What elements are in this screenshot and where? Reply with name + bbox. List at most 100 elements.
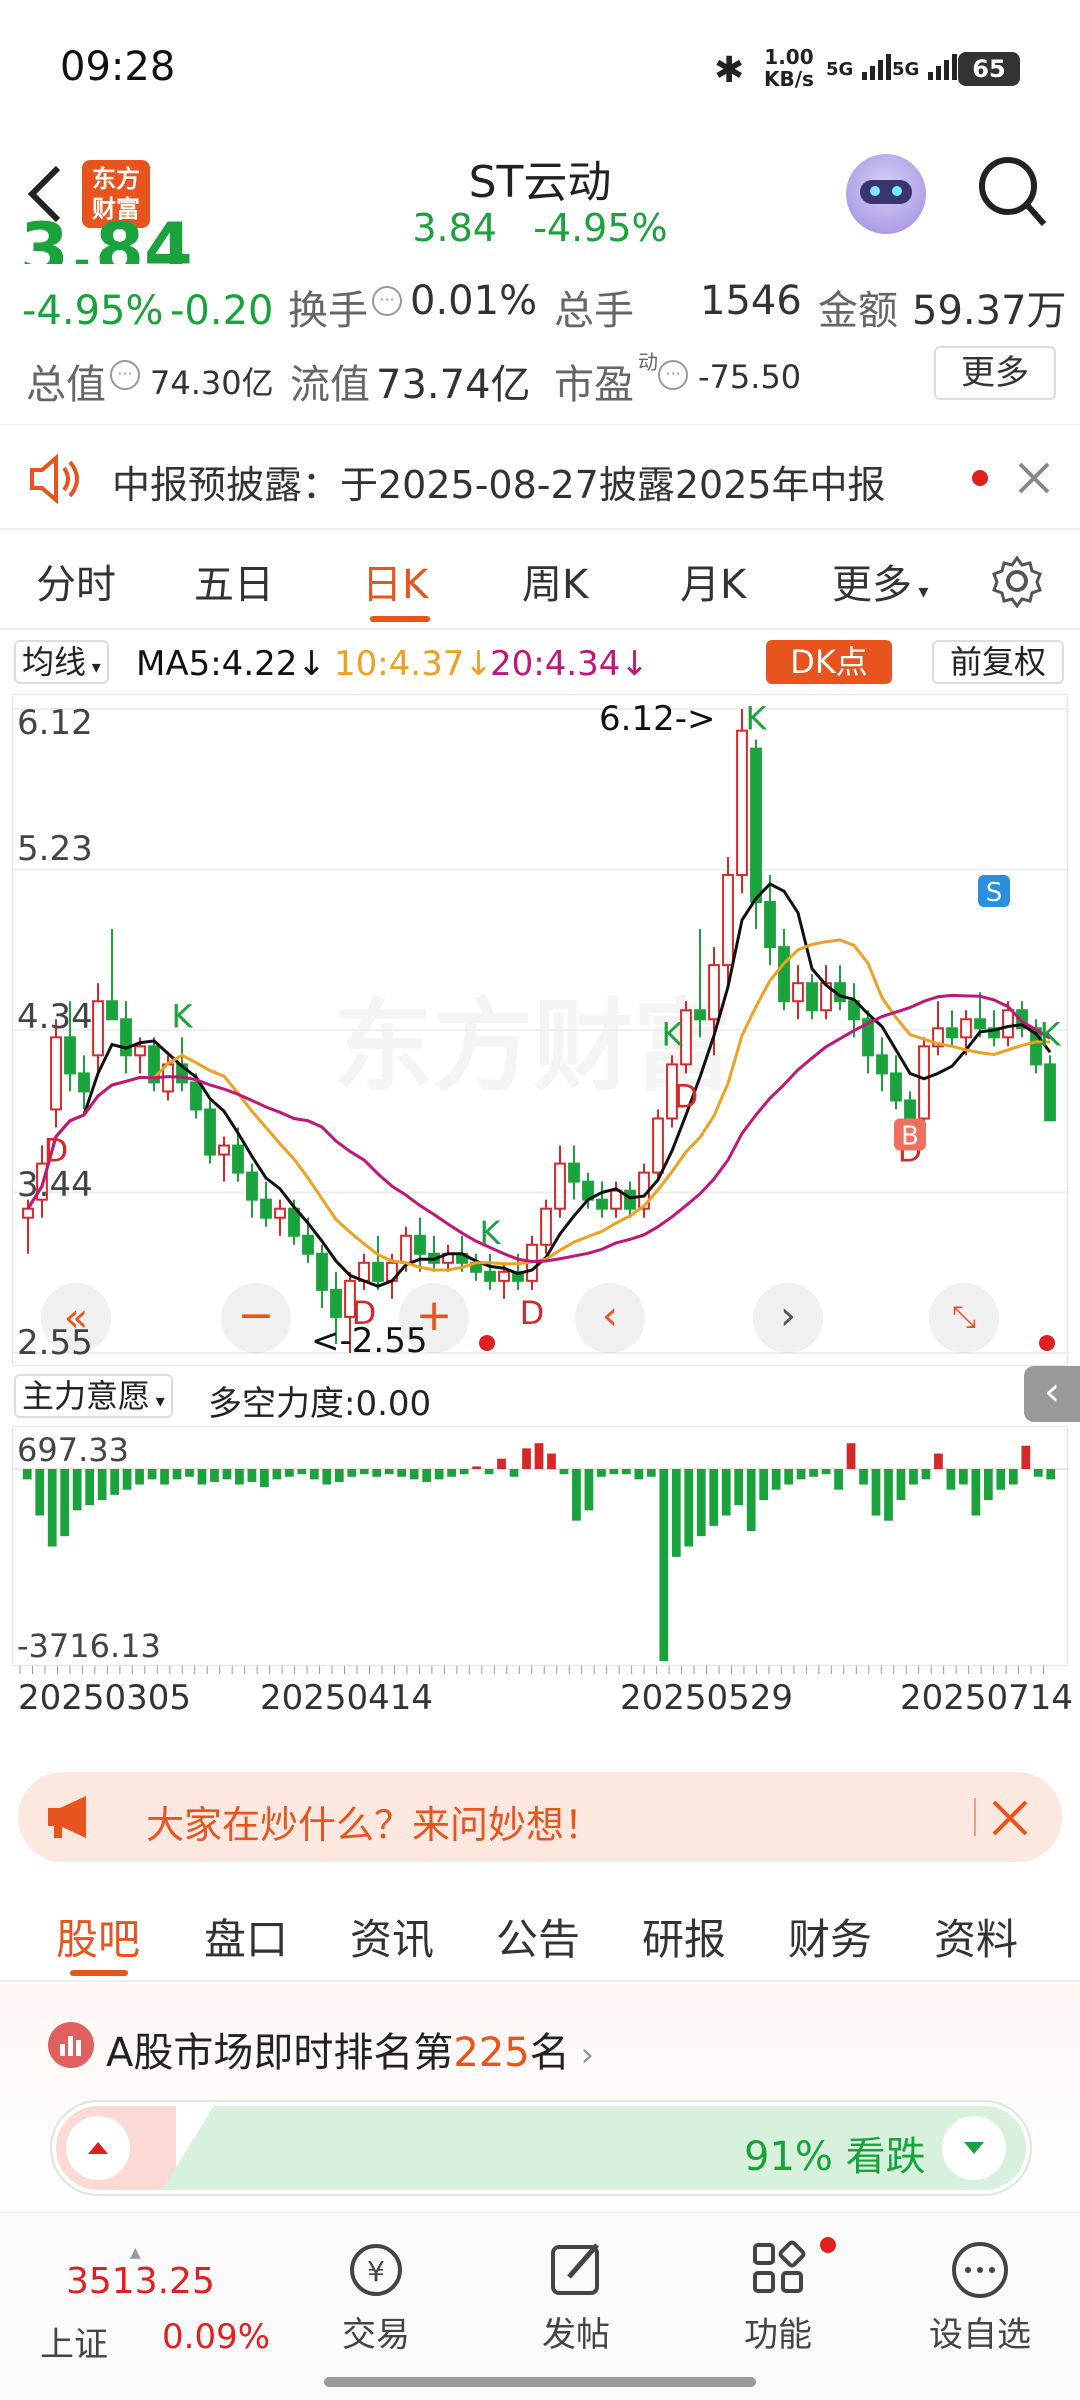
indicator-bar: [359, 1469, 369, 1475]
divider: [974, 1798, 976, 1836]
indicator-bar: [734, 1469, 744, 1506]
indicator-bar: [746, 1469, 756, 1532]
battery-icon: 65: [958, 52, 1020, 86]
robot-assistant-icon[interactable]: [846, 154, 926, 234]
candle-body: [78, 1072, 90, 1093]
tab-gonggao[interactable]: 公告: [496, 1906, 580, 1967]
kline-chart[interactable]: 东方财富 DKDKDKDKDKBS 6.12 5.23 4.34 3.44 2.…: [12, 694, 1069, 1366]
tab-yanbao[interactable]: 研报: [642, 1906, 726, 1967]
dk-point-button[interactable]: DK点: [766, 640, 892, 684]
adjust-button[interactable]: 前复权: [932, 640, 1064, 684]
bullish-button[interactable]: [66, 2116, 130, 2180]
tab-more[interactable]: 更多 ▾: [832, 552, 928, 610]
bearish-button[interactable]: [942, 2116, 1006, 2180]
tab-rik[interactable]: 日K: [362, 552, 428, 610]
candle-body: [904, 1099, 916, 1120]
rank-text[interactable]: A股市场即时排名第225名 ›: [106, 2020, 594, 2078]
tab-caiwu[interactable]: 财务: [788, 1906, 872, 1967]
tab-pankou[interactable]: 盘口: [204, 1906, 288, 1967]
tab-guba[interactable]: 股吧: [56, 1906, 140, 1967]
ma20-value: 20:4.34↓: [490, 644, 649, 684]
indicator-bar: [1046, 1469, 1056, 1480]
candle-body: [92, 1000, 104, 1057]
tab-yuek[interactable]: 月K: [680, 552, 746, 610]
y-tick: 4.34: [17, 997, 93, 1037]
move-left-button[interactable]: ‹: [575, 1283, 645, 1353]
close-icon[interactable]: [990, 1798, 1030, 1842]
indicator-bar: [135, 1469, 144, 1485]
indicator-bar: [547, 1453, 556, 1470]
candle-body: [806, 982, 818, 1012]
index-name: 上证: [40, 2325, 108, 2365]
candle-body: [260, 1198, 272, 1219]
candle-body: [708, 964, 720, 1021]
indicator-selector[interactable]: 主力意愿 ▾: [14, 1374, 173, 1418]
date-axis: 20250305 20250414 20250529 20250714: [12, 1666, 1073, 1726]
notice-bar[interactable]: 中报预披露：于2025-08-27披露2025年中报: [0, 426, 1080, 530]
gear-icon[interactable]: [990, 554, 1044, 612]
candle-body: [246, 1171, 258, 1201]
tab-zhouk[interactable]: 周K: [522, 552, 588, 610]
add-watchlist-button[interactable]: 设自选: [910, 2237, 1050, 2377]
index-value: 3513.25: [66, 2261, 215, 2302]
kline-svg: DKDKDKDKDKBS: [13, 700, 1069, 1354]
indicator-bar: [60, 1469, 70, 1537]
info-icon[interactable]: ···: [110, 360, 140, 390]
bs-marker-label: S: [986, 878, 1003, 908]
tab-wuri[interactable]: 五日: [194, 552, 274, 610]
indicator-bar: [971, 1469, 981, 1516]
active-tab-indicator: [370, 616, 430, 622]
index-quote[interactable]: ▲ 3513.25 上证 0.09%: [30, 2245, 290, 2365]
tab-fenshi[interactable]: 分时: [36, 552, 116, 610]
trade-button[interactable]: ¥ 交易: [306, 2237, 446, 2377]
status-time: 09:28: [60, 44, 176, 90]
indicator-bar: [809, 1469, 818, 1477]
close-icon[interactable]: [1016, 460, 1052, 500]
info-icon[interactable]: ···: [372, 286, 402, 316]
post-button[interactable]: 发帖: [506, 2237, 646, 2377]
more-button[interactable]: 更多: [934, 346, 1056, 400]
indicator-bar: [260, 1469, 269, 1488]
info-icon[interactable]: ···: [658, 360, 688, 390]
home-indicator: [324, 2377, 756, 2387]
indicator-bar: [846, 1443, 856, 1470]
indicator-bar: [309, 1469, 319, 1480]
pe-value: -75.50: [698, 358, 802, 396]
y-tick: 5.23: [17, 829, 93, 869]
ask-banner[interactable]: 大家在炒什么？来问妙想！: [18, 1772, 1062, 1862]
banner-text: 大家在炒什么？来问妙想！: [146, 1803, 603, 1847]
zoom-in-button[interactable]: +: [399, 1283, 469, 1353]
indicator-bar: [509, 1469, 519, 1477]
indicator-bar: [684, 1469, 694, 1547]
candle-body: [134, 1045, 146, 1057]
mktcap-value: 74.30亿: [150, 364, 274, 402]
candle-body: [22, 1207, 34, 1219]
y-tick: 3.44: [17, 1165, 93, 1205]
x-date: 20250529: [620, 1678, 794, 1718]
bottom-nav: ▲ 3513.25 上证 0.09% ¥ 交易 发帖 功能 设自选: [0, 2212, 1080, 2400]
indicator-bar: [646, 1469, 656, 1477]
indicator-bar: [659, 1469, 669, 1661]
tab-ziliao[interactable]: 资料: [934, 1906, 1018, 1967]
indicator-bar: [572, 1469, 581, 1521]
indicator-chart[interactable]: 697.33 -3716.13: [12, 1426, 1069, 1666]
indicator-bar: 主力意愿 ▾ 多空力度:0.00 ‹: [0, 1366, 1080, 1426]
indicator-bar: [85, 1469, 95, 1506]
search-icon[interactable]: [976, 152, 1050, 236]
ma10-value: 10:4.37↓: [334, 644, 493, 684]
zoom-out-fast-button[interactable]: «: [41, 1283, 111, 1353]
collapse-side-button[interactable]: ‹: [1024, 1366, 1080, 1422]
tab-zixun[interactable]: 资讯: [350, 1906, 434, 1967]
candle-body: [498, 1270, 510, 1282]
candle-body: [64, 1036, 76, 1075]
indicator-bar: [597, 1469, 606, 1477]
dropdown-icon: ▾: [912, 579, 929, 603]
x-date: 20250305: [18, 1678, 192, 1718]
signal-k: K: [662, 1015, 684, 1053]
indicator-bar: [721, 1469, 731, 1516]
function-button[interactable]: 功能: [708, 2237, 848, 2377]
fullscreen-button[interactable]: ⤡: [929, 1283, 999, 1353]
move-right-button[interactable]: ›: [753, 1283, 823, 1353]
zoom-out-button[interactable]: −: [221, 1283, 291, 1353]
ma-selector[interactable]: 均线 ▾: [14, 640, 109, 684]
